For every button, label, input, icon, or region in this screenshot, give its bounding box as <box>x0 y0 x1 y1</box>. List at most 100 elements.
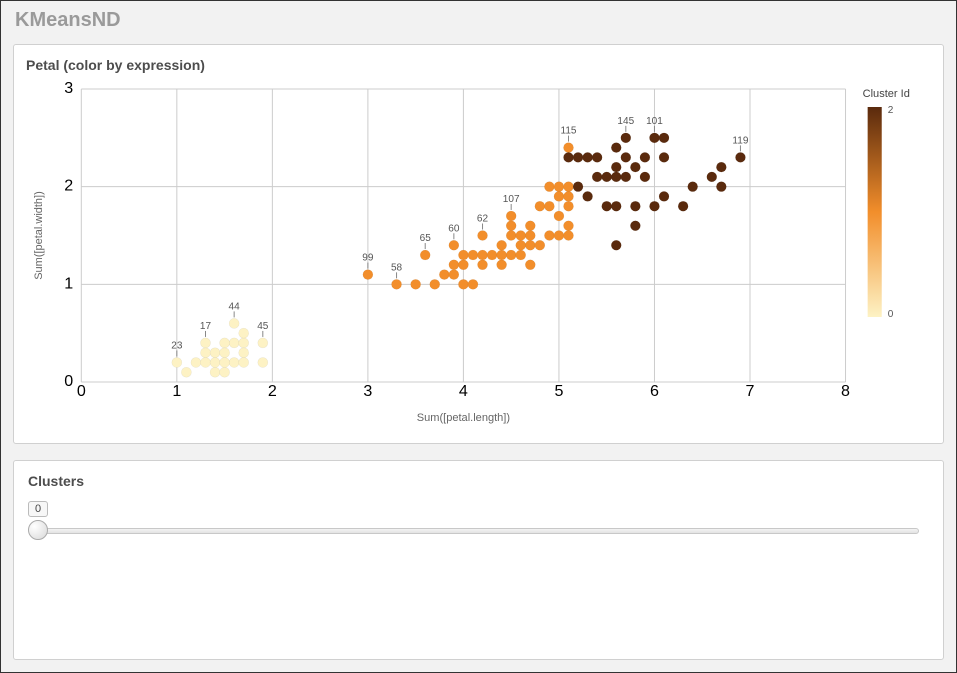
scatter-point[interactable] <box>229 318 239 328</box>
scatter-point[interactable] <box>544 231 554 241</box>
scatter-point[interactable] <box>239 357 249 367</box>
scatter-point[interactable] <box>439 270 449 280</box>
scatter-point[interactable] <box>392 279 402 289</box>
scatter-point[interactable] <box>602 172 612 182</box>
scatter-point[interactable] <box>573 182 583 192</box>
scatter-point[interactable] <box>497 250 507 260</box>
scatter-point[interactable] <box>525 240 535 250</box>
scatter-point[interactable] <box>229 338 239 348</box>
scatter-point[interactable] <box>458 260 468 270</box>
scatter-point[interactable] <box>678 201 688 211</box>
scatter-point[interactable] <box>621 133 631 143</box>
chart-body[interactable]: 0123456780123Sum([petal.length])Sum([pet… <box>26 77 931 427</box>
scatter-point[interactable] <box>229 357 239 367</box>
scatter-point[interactable] <box>516 250 526 260</box>
scatter-point[interactable] <box>563 191 573 201</box>
scatter-point[interactable] <box>220 367 230 377</box>
scatter-point[interactable] <box>640 152 650 162</box>
scatter-point[interactable] <box>640 172 650 182</box>
scatter-point[interactable] <box>535 240 545 250</box>
scatter-point[interactable] <box>716 182 726 192</box>
scatter-point[interactable] <box>200 348 210 358</box>
scatter-point[interactable] <box>506 231 516 241</box>
scatter-point[interactable] <box>477 250 487 260</box>
scatter-point[interactable] <box>220 357 230 367</box>
scatter-point[interactable] <box>563 201 573 211</box>
scatter-point[interactable] <box>544 201 554 211</box>
scatter-point[interactable] <box>735 152 745 162</box>
scatter-point[interactable] <box>181 367 191 377</box>
scatter-point[interactable] <box>649 201 659 211</box>
scatter-point[interactable] <box>239 348 249 358</box>
scatter-point[interactable] <box>630 201 640 211</box>
scatter-point[interactable] <box>172 357 182 367</box>
scatter-point[interactable] <box>458 279 468 289</box>
scatter-point[interactable] <box>583 191 593 201</box>
scatter-point[interactable] <box>477 260 487 270</box>
scatter-point[interactable] <box>583 152 593 162</box>
scatter-point[interactable] <box>363 270 373 280</box>
scatter-point[interactable] <box>420 250 430 260</box>
scatter-point[interactable] <box>239 328 249 338</box>
scatter-point[interactable] <box>525 231 535 241</box>
scatter-point[interactable] <box>592 172 602 182</box>
scatter-point[interactable] <box>563 152 573 162</box>
scatter-point[interactable] <box>210 357 220 367</box>
scatter-point[interactable] <box>430 279 440 289</box>
scatter-point[interactable] <box>200 338 210 348</box>
scatter-point[interactable] <box>659 133 669 143</box>
scatter-point[interactable] <box>258 338 268 348</box>
scatter-point[interactable] <box>220 348 230 358</box>
slider-thumb[interactable] <box>28 520 48 540</box>
scatter-point[interactable] <box>716 162 726 172</box>
scatter-point[interactable] <box>468 279 478 289</box>
scatter-point[interactable] <box>449 240 459 250</box>
scatter-point[interactable] <box>516 240 526 250</box>
clusters-slider[interactable] <box>28 521 929 543</box>
scatter-point[interactable] <box>220 338 230 348</box>
scatter-point[interactable] <box>210 348 220 358</box>
scatter-point[interactable] <box>468 250 478 260</box>
scatter-point[interactable] <box>563 143 573 153</box>
scatter-point[interactable] <box>554 211 564 221</box>
scatter-point[interactable] <box>621 152 631 162</box>
scatter-point[interactable] <box>611 172 621 182</box>
scatter-point[interactable] <box>554 182 564 192</box>
scatter-point[interactable] <box>497 260 507 270</box>
scatter-point[interactable] <box>544 182 554 192</box>
scatter-point[interactable] <box>602 201 612 211</box>
scatter-point[interactable] <box>611 143 621 153</box>
scatter-point[interactable] <box>563 221 573 231</box>
scatter-point[interactable] <box>239 338 249 348</box>
scatter-point[interactable] <box>611 240 621 250</box>
scatter-point[interactable] <box>630 162 640 172</box>
scatter-point[interactable] <box>649 133 659 143</box>
scatter-point[interactable] <box>688 182 698 192</box>
scatter-point[interactable] <box>191 357 201 367</box>
scatter-point[interactable] <box>411 279 421 289</box>
scatter-point[interactable] <box>592 152 602 162</box>
scatter-point[interactable] <box>525 221 535 231</box>
scatter-point[interactable] <box>258 357 268 367</box>
scatter-point[interactable] <box>506 221 516 231</box>
scatter-point[interactable] <box>458 250 468 260</box>
scatter-point[interactable] <box>487 250 497 260</box>
scatter-point[interactable] <box>573 152 583 162</box>
scatter-point[interactable] <box>630 221 640 231</box>
scatter-point[interactable] <box>449 260 459 270</box>
scatter-point[interactable] <box>563 182 573 192</box>
scatter-point[interactable] <box>477 231 487 241</box>
scatter-point[interactable] <box>659 191 669 201</box>
scatter-point[interactable] <box>554 231 564 241</box>
scatter-point[interactable] <box>497 240 507 250</box>
scatter-point[interactable] <box>611 162 621 172</box>
scatter-point[interactable] <box>506 211 516 221</box>
scatter-point[interactable] <box>659 152 669 162</box>
scatter-point[interactable] <box>535 201 545 211</box>
scatter-point[interactable] <box>707 172 717 182</box>
scatter-point[interactable] <box>525 260 535 270</box>
scatter-point[interactable] <box>449 270 459 280</box>
scatter-point[interactable] <box>506 250 516 260</box>
scatter-point[interactable] <box>200 357 210 367</box>
scatter-point[interactable] <box>554 191 564 201</box>
